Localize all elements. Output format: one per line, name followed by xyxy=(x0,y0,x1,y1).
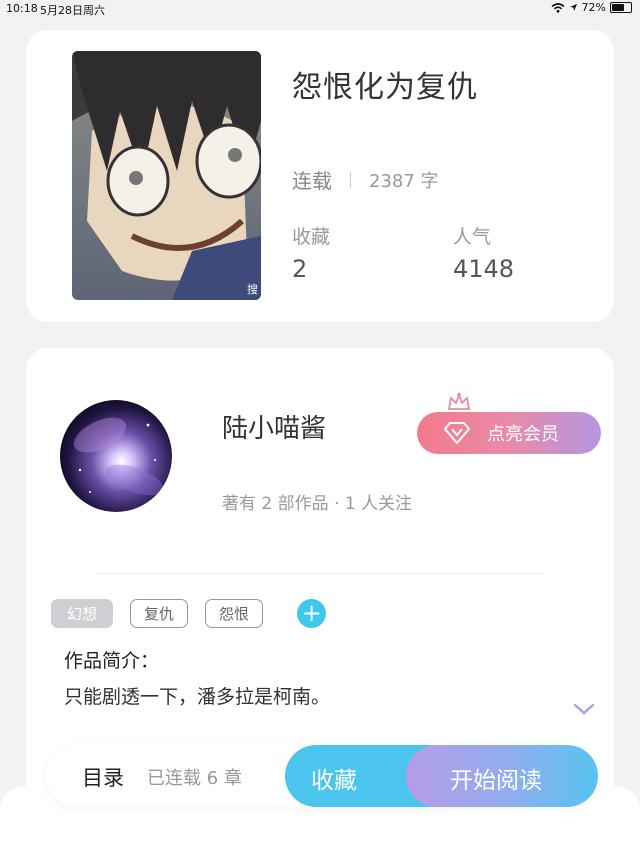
status-time: 10:18 xyxy=(6,2,38,15)
favorites-stat: 收藏 2 xyxy=(292,222,330,283)
tag-fantasy[interactable]: 幻想 xyxy=(51,599,113,628)
popularity-stat: 人气 4148 xyxy=(453,222,514,283)
book-status-row: 连载 2387 字 xyxy=(292,165,439,194)
book-cover-image[interactable]: 搜 xyxy=(72,51,261,300)
chevron-down-icon[interactable] xyxy=(573,702,595,716)
status-indicators: 72% xyxy=(551,1,632,14)
bottom-action-bar: 目录 已连载 6 章 收藏 开始阅读 xyxy=(46,745,598,807)
intro-title: 作品简介： xyxy=(64,650,160,672)
tag-resentment[interactable]: 怨恨 xyxy=(205,599,263,628)
battery-percent: 72% xyxy=(581,1,606,14)
member-button-wrap[interactable]: 点亮会员 xyxy=(417,392,601,454)
battery-fill xyxy=(612,4,624,11)
location-arrow-icon xyxy=(569,3,577,12)
section-divider xyxy=(96,573,546,574)
membership-label: 点亮会员 xyxy=(487,424,559,445)
start-reading-label: 开始阅读 xyxy=(450,768,542,794)
status-date: 5月28日周六 xyxy=(40,4,105,17)
add-tag-button[interactable]: + xyxy=(297,599,326,628)
book-title: 怨恨化为复仇 xyxy=(292,70,478,105)
status-divider xyxy=(350,171,351,188)
book-info-card: 搜 怨恨化为复仇 连载 2387 字 收藏 2 人气 4148 xyxy=(26,30,614,322)
table-of-contents-button[interactable]: 目录 xyxy=(82,762,124,792)
favorites-value: 2 xyxy=(292,255,308,283)
wifi-icon xyxy=(551,2,565,13)
diamond-icon xyxy=(443,422,471,445)
intro-text: 只能剧透一下，潘多拉是柯南。 xyxy=(64,686,331,708)
start-reading-button[interactable]: 开始阅读 xyxy=(406,745,598,807)
popularity-value: 4148 xyxy=(453,255,515,283)
favorites-label: 收藏 xyxy=(292,226,331,248)
status-bar: 10:18 5月28日周六 72% xyxy=(0,0,640,18)
tag-revenge[interactable]: 复仇 xyxy=(130,599,188,628)
popularity-label: 人气 xyxy=(453,226,492,248)
plus-icon: + xyxy=(301,599,322,627)
author-avatar[interactable] xyxy=(60,400,172,512)
collect-label: 收藏 xyxy=(311,768,357,794)
serial-status: 连载 xyxy=(292,169,332,193)
cover-watermark: 搜 xyxy=(247,283,258,296)
activate-membership-button[interactable]: 点亮会员 xyxy=(417,412,601,454)
author-meta: 著有 2 部作品 · 1 人关注 xyxy=(222,494,413,514)
cover-illustration xyxy=(72,51,261,300)
chapter-count: 已连载 6 章 xyxy=(147,768,242,789)
word-count: 2387 字 xyxy=(369,170,439,192)
avatar-galaxy-image xyxy=(60,400,172,512)
author-name[interactable]: 陆小喵酱 xyxy=(222,408,326,445)
battery-icon xyxy=(610,2,632,13)
crown-icon xyxy=(447,392,471,410)
tag-list: 幻想 复仇 怨恨 + xyxy=(51,599,326,628)
